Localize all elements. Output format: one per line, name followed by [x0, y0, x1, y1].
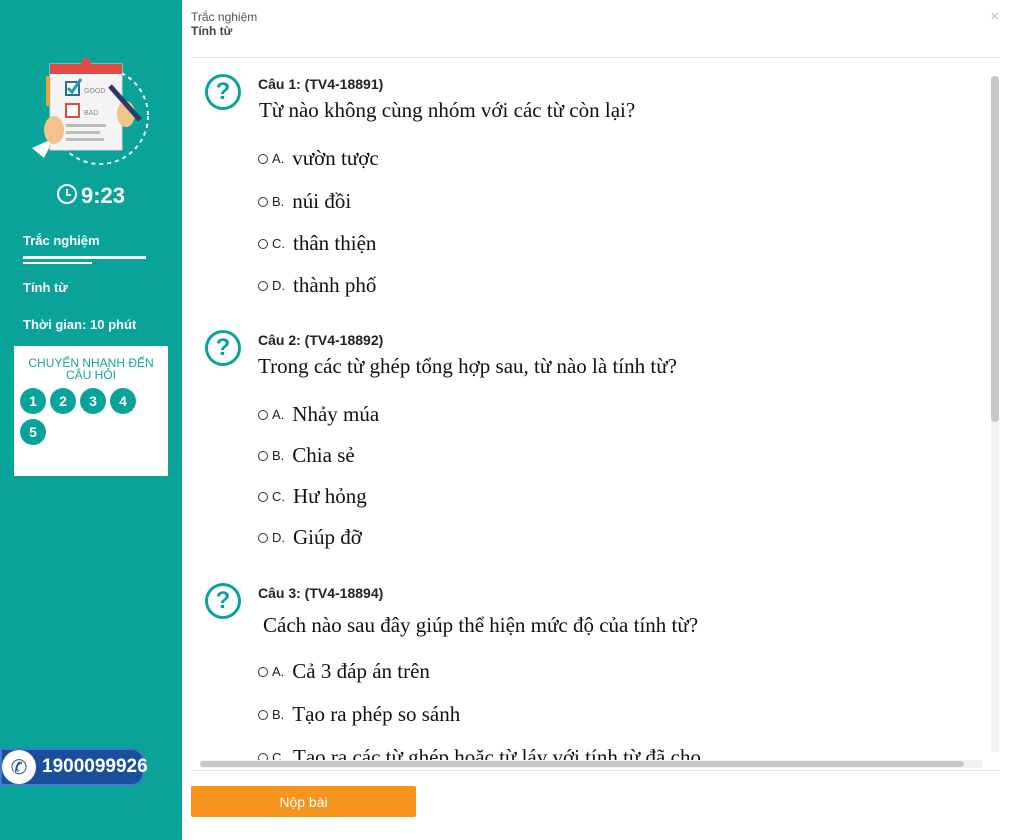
jump-to-question-1[interactable]: 1	[20, 388, 46, 414]
option-letter: B.	[272, 194, 285, 209]
jump-to-question-5[interactable]: 5	[20, 419, 46, 445]
option-text: thành phố	[293, 273, 377, 297]
option-text: Tạo ra phép so sánh	[292, 702, 461, 726]
option-d[interactable]: D. Giúp đỡ	[258, 525, 362, 550]
jump-to-question-2[interactable]: 2	[50, 388, 76, 414]
option-a[interactable]: A. Cả 3 đáp án trên	[258, 659, 430, 684]
jump-to-question-3[interactable]: 3	[80, 388, 106, 414]
sidebar-topic-label: Tính từ	[23, 280, 68, 295]
question-text: Cách nào sau đây giúp thể hiện mức độ củ…	[263, 613, 699, 637]
countdown-timer: 9:23	[0, 183, 182, 209]
question-jump-panel: CHUYỂN NHANH ĐẾN CÂU HỎI 1 2 3 4 5	[14, 346, 168, 476]
radio-button[interactable]	[258, 666, 268, 677]
phone-icon: ✆	[2, 750, 36, 784]
sidebar: GOOD BAD 9:23 Trắc nghiệm Tính từ Thời g…	[0, 0, 182, 840]
svg-text:GOOD: GOOD	[84, 88, 105, 95]
header-topic-label: Tính từ	[191, 24, 233, 38]
radio-button[interactable]	[258, 450, 268, 461]
option-letter: D.	[272, 530, 285, 545]
footer-divider	[191, 770, 999, 771]
option-text: Cả 3 đáp án trên	[292, 659, 430, 683]
quiz-panel: Trắc nghiệm Tính từ × ? Câu 1: (TV4-1889…	[182, 0, 1009, 840]
radio-button[interactable]	[258, 280, 268, 291]
radio-button[interactable]	[258, 196, 268, 207]
clock-icon	[56, 184, 77, 204]
option-letter: A.	[272, 151, 285, 166]
jump-to-question-4[interactable]: 4	[110, 388, 136, 414]
submit-button[interactable]: Nộp bài	[191, 786, 416, 817]
option-text: thân thiện	[293, 231, 377, 255]
option-letter: B.	[272, 707, 285, 722]
questions-scroll-area[interactable]: ? Câu 1: (TV4-18891) Từ nào không cùng n…	[191, 58, 999, 768]
option-letter: A.	[272, 664, 285, 679]
question-mark-icon: ?	[205, 74, 241, 110]
quiz-checklist-illustration: GOOD BAD	[32, 58, 149, 165]
option-text: Chia sẻ	[292, 443, 355, 467]
horizontal-scrollbar[interactable]	[200, 760, 982, 768]
option-b[interactable]: B. núi đồi	[258, 189, 351, 214]
option-text: Nhảy múa	[292, 402, 380, 426]
hotline-button[interactable]: ✆ 1900099926	[0, 748, 148, 786]
close-button[interactable]: ×	[990, 8, 999, 25]
radio-button[interactable]	[258, 491, 268, 502]
header-quiz-label: Trắc nghiệm	[191, 10, 258, 24]
timer-value: 9:23	[80, 183, 126, 208]
divider	[23, 256, 146, 259]
option-a[interactable]: A. vườn tược	[258, 146, 379, 171]
option-text: Giúp đỡ	[293, 525, 362, 549]
option-letter: C.	[272, 236, 285, 251]
jump-list: 1 2 3 4 5	[14, 381, 160, 450]
jump-panel-title: CHUYỂN NHANH ĐẾN CÂU HỎI	[28, 356, 154, 382]
option-letter: C.	[272, 489, 285, 504]
option-text: núi đồi	[292, 189, 352, 213]
option-b[interactable]: B. Chia sẻ	[258, 443, 355, 468]
radio-button[interactable]	[258, 709, 268, 720]
question-code: Câu 2: (TV4-18892)	[258, 332, 384, 348]
vertical-scroll-thumb[interactable]	[991, 76, 999, 422]
hotline-number: 1900099926	[42, 756, 148, 777]
question-mark-icon: ?	[205, 330, 241, 366]
question-mark-icon: ?	[205, 583, 241, 619]
radio-button[interactable]	[258, 238, 268, 249]
svg-text:BAD: BAD	[84, 110, 98, 117]
sidebar-time-limit: Thời gian: 10 phút	[23, 317, 137, 332]
sidebar-quiz-label: Trắc nghiệm	[23, 233, 100, 248]
question-code: Câu 1: (TV4-18891)	[258, 76, 384, 92]
option-text: Hư hỏng	[293, 484, 367, 508]
question-text: Trong các từ ghép tổng hợp sau, từ nào l…	[258, 354, 677, 378]
option-a[interactable]: A. Nhảy múa	[258, 402, 379, 427]
option-c[interactable]: C. thân thiện	[258, 231, 376, 256]
radio-button[interactable]	[258, 409, 268, 420]
question-code: Câu 3: (TV4-18894)	[258, 585, 384, 601]
option-d[interactable]: D. thành phố	[258, 273, 376, 298]
horizontal-scroll-thumb[interactable]	[200, 761, 964, 767]
radio-button[interactable]	[258, 153, 268, 164]
option-letter: A.	[272, 407, 285, 422]
option-letter: B.	[272, 448, 285, 463]
option-c[interactable]: C. Hư hỏng	[258, 484, 367, 509]
vertical-scrollbar[interactable]	[991, 76, 999, 752]
option-letter: D.	[272, 278, 285, 293]
option-b[interactable]: B. Tạo ra phép so sánh	[258, 702, 460, 727]
divider	[23, 262, 92, 264]
question-text: Từ nào không cùng nhóm với các từ còn lạ…	[259, 98, 636, 122]
option-text: vườn tược	[292, 146, 379, 170]
radio-button[interactable]	[258, 532, 268, 543]
